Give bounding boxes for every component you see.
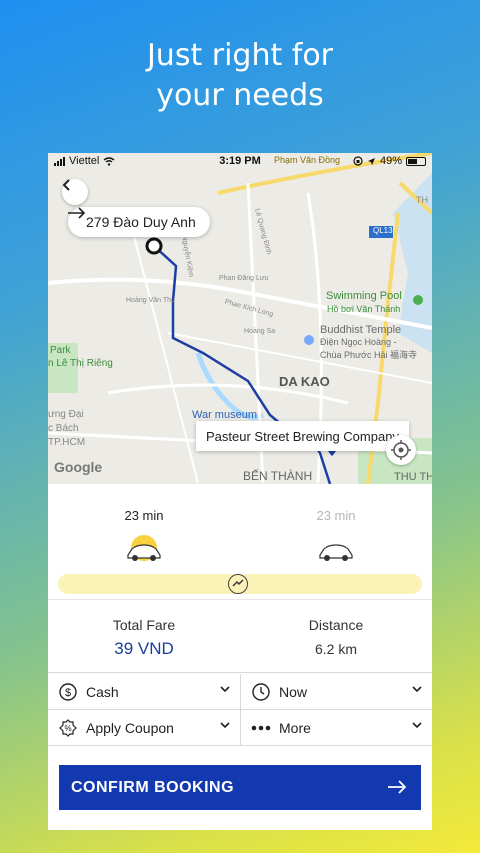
vehicle-selector: 23 min 23 min — [48, 484, 432, 600]
chevron-down-icon — [412, 722, 422, 729]
distance: Distance 6.2 km — [240, 617, 432, 657]
vehicle-eta: 23 min — [316, 508, 356, 523]
booking-options: $ Cash Now % Apply Coupon More — [48, 674, 432, 746]
vehicle-slider-track[interactable] — [58, 574, 422, 594]
pickup-time-dropdown[interactable]: Now — [240, 674, 432, 710]
arrow-right-icon — [68, 207, 86, 219]
headline-line-1: Just right for — [146, 38, 334, 73]
pickup-address-chip[interactable]: 279 Đào Duy Anh — [68, 207, 210, 237]
map-label-ung-dai: ưng Đại — [48, 409, 84, 420]
map-label-phan-dang-luu: Phan Đăng Lưu — [219, 275, 269, 282]
total-fare-label: Total Fare — [112, 617, 176, 633]
map-label-hoang-sa: Hoàng Sa — [244, 328, 276, 335]
apply-coupon-dropdown[interactable]: % Apply Coupon — [48, 710, 240, 746]
pickup-time-label: Now — [279, 683, 308, 700]
pickup-marker — [145, 237, 163, 255]
fare-summary: Total Fare 39 VND Distance 6.2 km — [48, 601, 432, 673]
back-button[interactable] — [62, 179, 88, 205]
map-label-th: TH — [416, 195, 428, 205]
more-options-label: More — [279, 719, 311, 736]
chevron-left-icon — [62, 179, 70, 191]
car-icon — [316, 535, 356, 563]
map-view[interactable]: Phạm Văn Đồng QL13 TH Lê Quang Định Nguy… — [48, 153, 432, 484]
destination-chip[interactable]: Pasteur Street Brewing Company — [196, 421, 409, 451]
chevron-down-icon — [220, 686, 230, 693]
battery-icon — [406, 156, 426, 166]
distance-value: 6.2 km — [314, 641, 357, 657]
vehicle-option-taxi[interactable]: 23 min — [84, 508, 204, 563]
svg-text:$: $ — [65, 687, 71, 699]
map-label-buddhist-temple-sub2: Chùa Phước Hải 福海寺 — [320, 350, 417, 360]
vehicle-option-car[interactable]: 23 min — [276, 508, 396, 563]
confirm-booking-button[interactable]: CONFIRM BOOKING — [59, 765, 421, 810]
distance-label: Distance — [308, 617, 364, 633]
destination-name: Pasteur Street Brewing Company — [206, 428, 399, 444]
chevron-down-icon — [220, 722, 230, 729]
map-label-park: Park — [50, 345, 71, 356]
battery-percent: 49% — [379, 155, 402, 167]
map-label-le-thi-rieng: n Lê Thị Riêng — [48, 358, 113, 369]
rotation-lock-icon — [353, 156, 363, 166]
svg-text:%: % — [64, 724, 71, 733]
arrow-right-icon — [388, 780, 407, 794]
payment-method-dropdown[interactable]: $ Cash — [48, 674, 240, 710]
map-label-ql13: QL13 — [373, 226, 393, 235]
total-fare-value: 39 VND — [114, 639, 174, 658]
headline: Just right for your needs — [0, 36, 480, 116]
map-label-swimming-pool: Swimming Pool — [326, 290, 402, 302]
map-label-buddhist-temple: Buddhist Temple — [320, 324, 402, 336]
more-options-dropdown[interactable]: More — [240, 710, 432, 746]
map-label-buddhist-temple-sub1: Điện Ngọc Hoàng - — [320, 337, 397, 347]
my-location-button[interactable] — [386, 435, 416, 465]
map-label-tp-hcm: TP.HCM — [48, 437, 86, 448]
map-label-war-museum: War museum — [192, 409, 257, 421]
phone-screen: Phạm Văn Đồng QL13 TH Lê Quang Định Nguy… — [48, 153, 432, 830]
map-label-c-bach: c Bách — [48, 423, 79, 434]
crosshair-icon — [391, 440, 411, 460]
trend-icon — [232, 579, 244, 587]
location-arrow-icon — [367, 157, 375, 165]
vehicle-eta: 23 min — [124, 508, 164, 523]
pickup-address: 279 Đào Duy Anh — [86, 214, 196, 230]
coupon-icon: % — [58, 718, 78, 738]
total-fare: Total Fare 39 VND — [48, 617, 240, 659]
map-label-ben-thanh: BẾN THÀNH — [243, 469, 313, 483]
vehicle-slider-handle[interactable] — [228, 574, 248, 594]
confirm-booking-label: CONFIRM BOOKING — [71, 778, 235, 796]
map-label-swimming-pool-sub: Hồ bơi Văn Thánh — [327, 304, 401, 314]
google-logo: Google — [54, 459, 103, 475]
map-label-da-kao: DA KAO — [279, 374, 330, 389]
status-bar: Viettel 3:19 PM 49% — [48, 153, 432, 171]
dollar-icon: $ — [58, 682, 78, 702]
clock-icon — [251, 682, 271, 702]
map-label-thu-thiem: THU TH — [394, 471, 432, 483]
map-label-hoang-van-thu: Hoàng Văn Thụ — [126, 297, 175, 304]
taxi-icon — [124, 535, 164, 563]
headline-line-2: your needs — [156, 78, 324, 113]
chevron-down-icon — [412, 686, 422, 693]
more-dots-icon — [251, 718, 271, 738]
apply-coupon-label: Apply Coupon — [86, 719, 174, 736]
payment-method-label: Cash — [86, 683, 119, 700]
